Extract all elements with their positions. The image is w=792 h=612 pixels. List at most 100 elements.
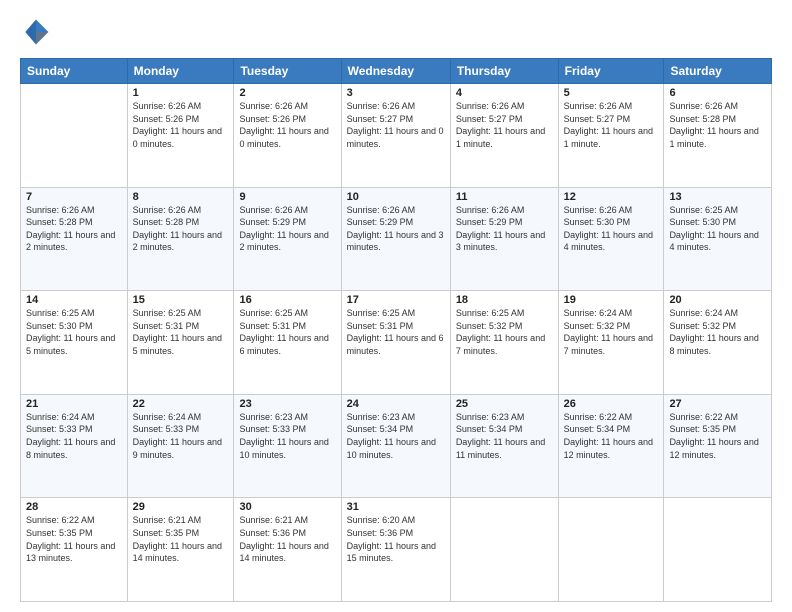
cell-info: Sunrise: 6:25 AMSunset: 5:31 PMDaylight:… — [347, 307, 445, 357]
cell-day-number: 27 — [669, 398, 766, 410]
cell-day-number: 31 — [347, 501, 445, 513]
weekday-header-tuesday: Tuesday — [234, 59, 341, 84]
cell-info: Sunrise: 6:23 AMSunset: 5:34 PMDaylight:… — [347, 411, 445, 461]
cell-info: Sunrise: 6:26 AMSunset: 5:27 PMDaylight:… — [456, 100, 553, 150]
cell-day-number: 10 — [347, 191, 445, 203]
cell-day-number: 23 — [239, 398, 335, 410]
cell-info: Sunrise: 6:23 AMSunset: 5:34 PMDaylight:… — [456, 411, 553, 461]
calendar-cell: 18Sunrise: 6:25 AMSunset: 5:32 PMDayligh… — [450, 291, 558, 395]
calendar-cell: 6Sunrise: 6:26 AMSunset: 5:28 PMDaylight… — [664, 84, 772, 188]
cell-info: Sunrise: 6:21 AMSunset: 5:36 PMDaylight:… — [239, 514, 335, 564]
calendar-table: SundayMondayTuesdayWednesdayThursdayFrid… — [20, 58, 772, 602]
calendar-cell: 16Sunrise: 6:25 AMSunset: 5:31 PMDayligh… — [234, 291, 341, 395]
calendar-cell: 5Sunrise: 6:26 AMSunset: 5:27 PMDaylight… — [558, 84, 664, 188]
cell-info: Sunrise: 6:26 AMSunset: 5:28 PMDaylight:… — [669, 100, 766, 150]
weekday-header-saturday: Saturday — [664, 59, 772, 84]
cell-day-number: 16 — [239, 294, 335, 306]
cell-day-number: 15 — [133, 294, 229, 306]
calendar-cell: 11Sunrise: 6:26 AMSunset: 5:29 PMDayligh… — [450, 187, 558, 291]
cell-day-number: 26 — [564, 398, 659, 410]
cell-info: Sunrise: 6:26 AMSunset: 5:26 PMDaylight:… — [133, 100, 229, 150]
calendar-cell: 9Sunrise: 6:26 AMSunset: 5:29 PMDaylight… — [234, 187, 341, 291]
cell-info: Sunrise: 6:26 AMSunset: 5:29 PMDaylight:… — [456, 204, 553, 254]
calendar-cell: 25Sunrise: 6:23 AMSunset: 5:34 PMDayligh… — [450, 394, 558, 498]
cell-day-number: 25 — [456, 398, 553, 410]
cell-day-number: 7 — [26, 191, 122, 203]
cell-info: Sunrise: 6:26 AMSunset: 5:26 PMDaylight:… — [239, 100, 335, 150]
cell-day-number: 21 — [26, 398, 122, 410]
cell-info: Sunrise: 6:22 AMSunset: 5:35 PMDaylight:… — [669, 411, 766, 461]
cell-info: Sunrise: 6:25 AMSunset: 5:30 PMDaylight:… — [669, 204, 766, 254]
calendar-cell: 27Sunrise: 6:22 AMSunset: 5:35 PMDayligh… — [664, 394, 772, 498]
cell-day-number: 18 — [456, 294, 553, 306]
calendar-cell: 26Sunrise: 6:22 AMSunset: 5:34 PMDayligh… — [558, 394, 664, 498]
cell-day-number: 29 — [133, 501, 229, 513]
calendar-cell: 2Sunrise: 6:26 AMSunset: 5:26 PMDaylight… — [234, 84, 341, 188]
cell-info: Sunrise: 6:25 AMSunset: 5:32 PMDaylight:… — [456, 307, 553, 357]
calendar-cell: 24Sunrise: 6:23 AMSunset: 5:34 PMDayligh… — [341, 394, 450, 498]
calendar-week-row: 1Sunrise: 6:26 AMSunset: 5:26 PMDaylight… — [21, 84, 772, 188]
cell-info: Sunrise: 6:22 AMSunset: 5:34 PMDaylight:… — [564, 411, 659, 461]
cell-day-number: 13 — [669, 191, 766, 203]
cell-info: Sunrise: 6:26 AMSunset: 5:28 PMDaylight:… — [26, 204, 122, 254]
calendar-cell — [21, 84, 128, 188]
page: SundayMondayTuesdayWednesdayThursdayFrid… — [0, 0, 792, 612]
calendar-cell: 20Sunrise: 6:24 AMSunset: 5:32 PMDayligh… — [664, 291, 772, 395]
cell-info: Sunrise: 6:25 AMSunset: 5:30 PMDaylight:… — [26, 307, 122, 357]
cell-day-number: 8 — [133, 191, 229, 203]
cell-info: Sunrise: 6:24 AMSunset: 5:33 PMDaylight:… — [26, 411, 122, 461]
cell-info: Sunrise: 6:26 AMSunset: 5:27 PMDaylight:… — [347, 100, 445, 150]
weekday-header-thursday: Thursday — [450, 59, 558, 84]
calendar-cell: 23Sunrise: 6:23 AMSunset: 5:33 PMDayligh… — [234, 394, 341, 498]
cell-info: Sunrise: 6:26 AMSunset: 5:30 PMDaylight:… — [564, 204, 659, 254]
cell-day-number: 6 — [669, 87, 766, 99]
cell-day-number: 11 — [456, 191, 553, 203]
calendar-cell: 12Sunrise: 6:26 AMSunset: 5:30 PMDayligh… — [558, 187, 664, 291]
cell-day-number: 5 — [564, 87, 659, 99]
calendar-cell: 28Sunrise: 6:22 AMSunset: 5:35 PMDayligh… — [21, 498, 128, 602]
calendar-week-row: 21Sunrise: 6:24 AMSunset: 5:33 PMDayligh… — [21, 394, 772, 498]
cell-day-number: 20 — [669, 294, 766, 306]
cell-day-number: 2 — [239, 87, 335, 99]
calendar-cell: 8Sunrise: 6:26 AMSunset: 5:28 PMDaylight… — [127, 187, 234, 291]
cell-day-number: 24 — [347, 398, 445, 410]
cell-day-number: 28 — [26, 501, 122, 513]
calendar-cell: 4Sunrise: 6:26 AMSunset: 5:27 PMDaylight… — [450, 84, 558, 188]
cell-day-number: 12 — [564, 191, 659, 203]
calendar-cell: 7Sunrise: 6:26 AMSunset: 5:28 PMDaylight… — [21, 187, 128, 291]
cell-day-number: 22 — [133, 398, 229, 410]
cell-info: Sunrise: 6:20 AMSunset: 5:36 PMDaylight:… — [347, 514, 445, 564]
cell-day-number: 9 — [239, 191, 335, 203]
calendar-week-row: 14Sunrise: 6:25 AMSunset: 5:30 PMDayligh… — [21, 291, 772, 395]
weekday-header-friday: Friday — [558, 59, 664, 84]
calendar-week-row: 28Sunrise: 6:22 AMSunset: 5:35 PMDayligh… — [21, 498, 772, 602]
calendar-cell: 29Sunrise: 6:21 AMSunset: 5:35 PMDayligh… — [127, 498, 234, 602]
cell-day-number: 3 — [347, 87, 445, 99]
calendar-cell: 31Sunrise: 6:20 AMSunset: 5:36 PMDayligh… — [341, 498, 450, 602]
cell-info: Sunrise: 6:24 AMSunset: 5:33 PMDaylight:… — [133, 411, 229, 461]
cell-day-number: 30 — [239, 501, 335, 513]
calendar-cell — [664, 498, 772, 602]
weekday-header-monday: Monday — [127, 59, 234, 84]
calendar-cell: 3Sunrise: 6:26 AMSunset: 5:27 PMDaylight… — [341, 84, 450, 188]
cell-info: Sunrise: 6:21 AMSunset: 5:35 PMDaylight:… — [133, 514, 229, 564]
weekday-header-sunday: Sunday — [21, 59, 128, 84]
cell-info: Sunrise: 6:26 AMSunset: 5:27 PMDaylight:… — [564, 100, 659, 150]
calendar-cell — [558, 498, 664, 602]
calendar-week-row: 7Sunrise: 6:26 AMSunset: 5:28 PMDaylight… — [21, 187, 772, 291]
cell-info: Sunrise: 6:24 AMSunset: 5:32 PMDaylight:… — [669, 307, 766, 357]
cell-info: Sunrise: 6:26 AMSunset: 5:29 PMDaylight:… — [239, 204, 335, 254]
cell-day-number: 17 — [347, 294, 445, 306]
calendar-cell: 17Sunrise: 6:25 AMSunset: 5:31 PMDayligh… — [341, 291, 450, 395]
cell-info: Sunrise: 6:22 AMSunset: 5:35 PMDaylight:… — [26, 514, 122, 564]
calendar-cell: 30Sunrise: 6:21 AMSunset: 5:36 PMDayligh… — [234, 498, 341, 602]
cell-day-number: 4 — [456, 87, 553, 99]
calendar-cell: 22Sunrise: 6:24 AMSunset: 5:33 PMDayligh… — [127, 394, 234, 498]
calendar-cell — [450, 498, 558, 602]
cell-info: Sunrise: 6:25 AMSunset: 5:31 PMDaylight:… — [239, 307, 335, 357]
calendar-cell: 10Sunrise: 6:26 AMSunset: 5:29 PMDayligh… — [341, 187, 450, 291]
cell-day-number: 19 — [564, 294, 659, 306]
cell-day-number: 1 — [133, 87, 229, 99]
calendar-cell: 21Sunrise: 6:24 AMSunset: 5:33 PMDayligh… — [21, 394, 128, 498]
cell-info: Sunrise: 6:24 AMSunset: 5:32 PMDaylight:… — [564, 307, 659, 357]
